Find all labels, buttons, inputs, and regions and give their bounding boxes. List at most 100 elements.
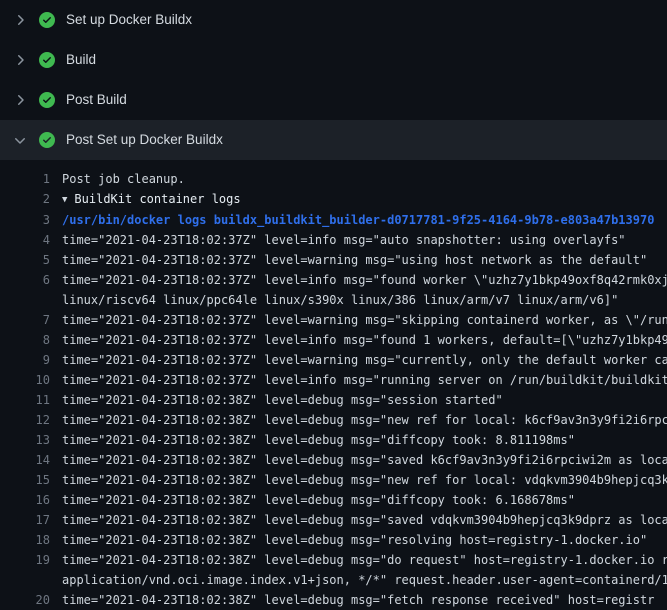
log-line: 11 time="2021-04-23T18:02:38Z" level=deb… <box>0 390 667 410</box>
log-line-text: time="2021-04-23T18:02:38Z" level=debug … <box>62 390 667 410</box>
line-number[interactable]: 5 <box>0 250 62 270</box>
log-line-text: time="2021-04-23T18:02:37Z" level=warnin… <box>62 310 667 330</box>
log-line: 2 ▼BuildKit container logs <box>0 189 667 210</box>
log-line-text: time="2021-04-23T18:02:37Z" level=info m… <box>62 330 667 350</box>
line-number[interactable]: 13 <box>0 430 62 450</box>
chevron-right-icon <box>12 92 28 108</box>
log-line: linux/riscv64 linux/ppc64le linux/s390x … <box>0 290 667 310</box>
log-text: time="2021-04-23T18:02:38Z" level=debug … <box>62 413 667 427</box>
line-number[interactable]: 7 <box>0 310 62 330</box>
log-text: time="2021-04-23T18:02:38Z" level=debug … <box>62 473 667 487</box>
log-text: time="2021-04-23T18:02:38Z" level=debug … <box>62 533 647 547</box>
log-text: time="2021-04-23T18:02:37Z" level=info m… <box>62 333 667 347</box>
log-line-text: time="2021-04-23T18:02:38Z" level=debug … <box>62 490 667 510</box>
line-number[interactable]: 6 <box>0 270 62 290</box>
log-text: Post job cleanup. <box>62 172 185 186</box>
log-text: time="2021-04-23T18:02:38Z" level=debug … <box>62 433 575 447</box>
log-line: 20 time="2021-04-23T18:02:38Z" level=deb… <box>0 590 667 610</box>
log-text: time="2021-04-23T18:02:37Z" level=warnin… <box>62 253 647 267</box>
log-line-text: linux/riscv64 linux/ppc64le linux/s390x … <box>62 290 667 310</box>
log-line-text: time="2021-04-23T18:02:37Z" level=info m… <box>62 370 667 390</box>
log-line-text: time="2021-04-23T18:02:38Z" level=debug … <box>62 510 667 530</box>
log-text: time="2021-04-23T18:02:37Z" level=warnin… <box>62 353 667 367</box>
log-text: application/vnd.oci.image.index.v1+json,… <box>62 573 667 587</box>
log-line-text: /usr/bin/docker logs buildx_buildkit_bui… <box>62 210 667 230</box>
line-number[interactable]: 20 <box>0 590 62 610</box>
log-line-text: time="2021-04-23T18:02:37Z" level=warnin… <box>62 350 667 370</box>
log-line: application/vnd.oci.image.index.v1+json,… <box>0 570 667 590</box>
line-number <box>0 290 62 310</box>
line-number[interactable]: 4 <box>0 230 62 250</box>
step-label: Set up Docker Buildx <box>66 13 192 27</box>
log-line: 4 time="2021-04-23T18:02:37Z" level=info… <box>0 230 667 250</box>
log-line: 13 time="2021-04-23T18:02:38Z" level=deb… <box>0 430 667 450</box>
line-number[interactable]: 17 <box>0 510 62 530</box>
log-text: time="2021-04-23T18:02:38Z" level=debug … <box>62 593 654 607</box>
log-line-text: application/vnd.oci.image.index.v1+json,… <box>62 570 667 590</box>
log-line: 15 time="2021-04-23T18:02:38Z" level=deb… <box>0 470 667 490</box>
log-line: 1 Post job cleanup. <box>0 169 667 189</box>
log-text: time="2021-04-23T18:02:38Z" level=debug … <box>62 393 503 407</box>
log-line-text: time="2021-04-23T18:02:38Z" level=debug … <box>62 590 667 610</box>
step-label: Post Set up Docker Buildx <box>66 133 223 147</box>
log-line: 17 time="2021-04-23T18:02:38Z" level=deb… <box>0 510 667 530</box>
steps-list: Set up Docker Buildx Build Post Build Po… <box>0 0 667 160</box>
line-number[interactable]: 11 <box>0 390 62 410</box>
log-text: time="2021-04-23T18:02:38Z" level=debug … <box>62 513 667 527</box>
chevron-right-icon <box>12 12 28 28</box>
chevron-right-icon <box>12 52 28 68</box>
log-line: 19 time="2021-04-23T18:02:38Z" level=deb… <box>0 550 667 570</box>
step-label: Build <box>66 53 96 67</box>
log-line-text: time="2021-04-23T18:02:37Z" level=info m… <box>62 230 667 250</box>
log-line-text: time="2021-04-23T18:02:38Z" level=debug … <box>62 410 667 430</box>
line-number[interactable]: 18 <box>0 530 62 550</box>
check-circle-icon <box>39 12 55 28</box>
log-line: 16 time="2021-04-23T18:02:38Z" level=deb… <box>0 490 667 510</box>
line-number[interactable]: 14 <box>0 450 62 470</box>
line-number[interactable]: 3 <box>0 210 62 230</box>
log-text: time="2021-04-23T18:02:37Z" level=info m… <box>62 233 626 247</box>
line-number[interactable]: 8 <box>0 330 62 350</box>
log-line: 5 time="2021-04-23T18:02:37Z" level=warn… <box>0 250 667 270</box>
log-line-text: Post job cleanup. <box>62 169 667 189</box>
chevron-down-icon <box>12 132 28 148</box>
log-line: 14 time="2021-04-23T18:02:38Z" level=deb… <box>0 450 667 470</box>
log-line: 9 time="2021-04-23T18:02:37Z" level=warn… <box>0 350 667 370</box>
step-label: Post Build <box>66 93 127 107</box>
log-line-text: time="2021-04-23T18:02:38Z" level=debug … <box>62 430 667 450</box>
check-circle-icon <box>39 92 55 108</box>
log-line: 7 time="2021-04-23T18:02:37Z" level=warn… <box>0 310 667 330</box>
line-number[interactable]: 16 <box>0 490 62 510</box>
log-text: linux/riscv64 linux/ppc64le linux/s390x … <box>62 293 618 307</box>
step-header-set-up-docker-buildx[interactable]: Set up Docker Buildx <box>0 0 667 40</box>
check-circle-icon <box>39 52 55 68</box>
log-line: 12 time="2021-04-23T18:02:38Z" level=deb… <box>0 410 667 430</box>
check-circle-icon <box>39 132 55 148</box>
log-text: time="2021-04-23T18:02:37Z" level=info m… <box>62 273 667 287</box>
step-header-post-set-up-docker-buildx[interactable]: Post Set up Docker Buildx <box>0 120 667 160</box>
line-number[interactable]: 10 <box>0 370 62 390</box>
log-line: 10 time="2021-04-23T18:02:37Z" level=inf… <box>0 370 667 390</box>
log-output: 1 Post job cleanup. 2 ▼BuildKit containe… <box>0 160 667 610</box>
log-text: time="2021-04-23T18:02:38Z" level=debug … <box>62 553 667 567</box>
line-number[interactable]: 9 <box>0 350 62 370</box>
line-number[interactable]: 12 <box>0 410 62 430</box>
log-text: time="2021-04-23T18:02:37Z" level=info m… <box>62 373 667 387</box>
line-number <box>0 570 62 590</box>
log-text: time="2021-04-23T18:02:38Z" level=debug … <box>62 453 667 467</box>
line-number[interactable]: 2 <box>0 189 62 210</box>
log-line: 18 time="2021-04-23T18:02:38Z" level=deb… <box>0 530 667 550</box>
step-header-post-build[interactable]: Post Build <box>0 80 667 120</box>
line-number[interactable]: 19 <box>0 550 62 570</box>
log-line-text: time="2021-04-23T18:02:37Z" level=warnin… <box>62 250 667 270</box>
line-number[interactable]: 15 <box>0 470 62 490</box>
group-expanded-icon[interactable]: ▼ <box>62 190 67 210</box>
log-line: 3 /usr/bin/docker logs buildx_buildkit_b… <box>0 210 667 230</box>
log-text: time="2021-04-23T18:02:38Z" level=debug … <box>62 493 575 507</box>
log-line-text: time="2021-04-23T18:02:38Z" level=debug … <box>62 450 667 470</box>
line-number[interactable]: 1 <box>0 169 62 189</box>
step-header-build[interactable]: Build <box>0 40 667 80</box>
log-line-text: time="2021-04-23T18:02:38Z" level=debug … <box>62 530 667 550</box>
log-line: 8 time="2021-04-23T18:02:37Z" level=info… <box>0 330 667 350</box>
log-line-text: time="2021-04-23T18:02:38Z" level=debug … <box>62 550 667 570</box>
